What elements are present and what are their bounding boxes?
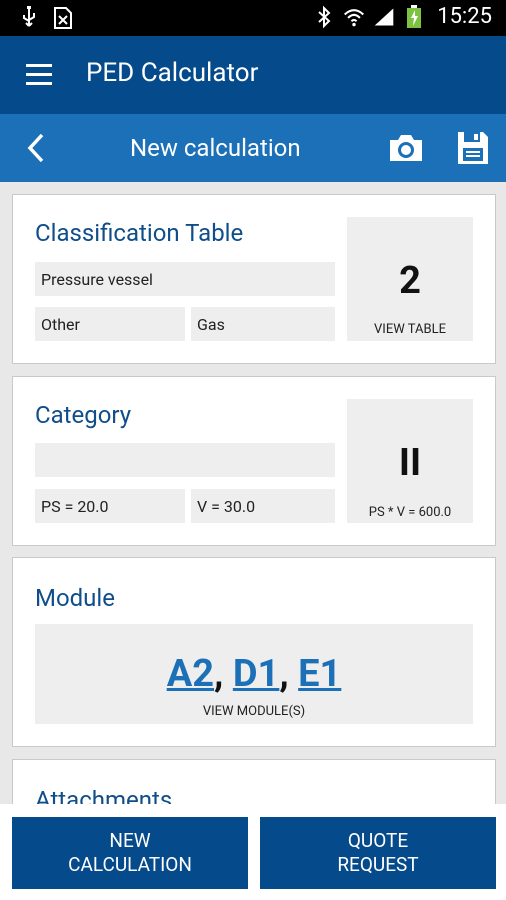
bluetooth-icon bbox=[313, 5, 335, 29]
ps-field[interactable]: PS = 20.0 bbox=[35, 489, 185, 523]
category-title: Category bbox=[35, 401, 132, 429]
sim-notification-icon bbox=[52, 6, 74, 30]
module-separator: , bbox=[279, 652, 299, 696]
app-title: PED Calculator bbox=[86, 58, 259, 88]
new-calculation-label-line2: CALCULATION bbox=[68, 853, 192, 876]
module-link-a2[interactable]: A2 bbox=[167, 652, 214, 696]
clock: 15:25 bbox=[437, 4, 492, 29]
equipment-field[interactable]: Pressure vessel bbox=[35, 262, 335, 296]
status-bar: 15:25 bbox=[0, 0, 506, 36]
back-icon[interactable] bbox=[22, 132, 50, 164]
fluid-state-field[interactable]: Gas bbox=[191, 307, 335, 341]
battery-icon bbox=[403, 4, 425, 29]
volume-field[interactable]: V = 30.0 bbox=[191, 489, 335, 523]
menu-icon[interactable] bbox=[24, 60, 54, 90]
view-table-label: VIEW TABLE bbox=[374, 322, 446, 337]
category-empty-field[interactable] bbox=[35, 443, 335, 477]
classification-title: Classification Table bbox=[35, 219, 244, 247]
view-modules-label: VIEW MODULE(S) bbox=[202, 704, 306, 719]
page-title: New calculation bbox=[130, 134, 301, 162]
module-link-e1[interactable]: E1 bbox=[298, 652, 341, 696]
view-modules-button[interactable]: A2, D1, E1 VIEW MODULE(S) bbox=[35, 624, 473, 724]
category-result-box: II PS * V = 600.0 bbox=[347, 399, 473, 523]
module-separator: , bbox=[214, 652, 233, 696]
content-scroll[interactable]: Classification Table Pressure vessel Oth… bbox=[0, 182, 506, 804]
classification-card: Classification Table Pressure vessel Oth… bbox=[12, 194, 496, 364]
category-card: Category PS = 20.0 V = 30.0 II PS * V = … bbox=[12, 376, 496, 546]
module-card: Module A2, D1, E1 VIEW MODULE(S) bbox=[12, 557, 496, 747]
wifi-icon bbox=[343, 5, 365, 29]
quote-request-label-line1: QUOTE bbox=[347, 829, 409, 852]
attachments-title: Attachments bbox=[35, 786, 173, 804]
bottom-bar: NEW CALCULATION QUOTE REQUEST bbox=[0, 804, 506, 900]
view-table-button[interactable]: 2 VIEW TABLE bbox=[347, 217, 473, 341]
category-value: II bbox=[398, 441, 422, 485]
module-links: A2, D1, E1 bbox=[35, 652, 473, 696]
fluid-group-field[interactable]: Other bbox=[35, 307, 185, 341]
new-calculation-label-line1: NEW bbox=[109, 829, 151, 852]
quote-request-button[interactable]: QUOTE REQUEST bbox=[260, 817, 496, 889]
toolbar: New calculation bbox=[0, 114, 506, 182]
app-bar: PED Calculator bbox=[0, 36, 506, 114]
module-link-d1[interactable]: D1 bbox=[233, 652, 280, 696]
usb-icon bbox=[18, 6, 40, 30]
module-title: Module bbox=[35, 584, 115, 612]
signal-icon bbox=[373, 5, 395, 29]
camera-icon[interactable] bbox=[388, 132, 424, 164]
quote-request-label-line2: REQUEST bbox=[337, 853, 419, 876]
new-calculation-button[interactable]: NEW CALCULATION bbox=[12, 817, 248, 889]
table-number: 2 bbox=[399, 259, 421, 303]
ps-v-product: PS * V = 600.0 bbox=[368, 505, 452, 520]
attachments-card: Attachments bbox=[12, 759, 496, 804]
save-icon[interactable] bbox=[456, 130, 490, 166]
